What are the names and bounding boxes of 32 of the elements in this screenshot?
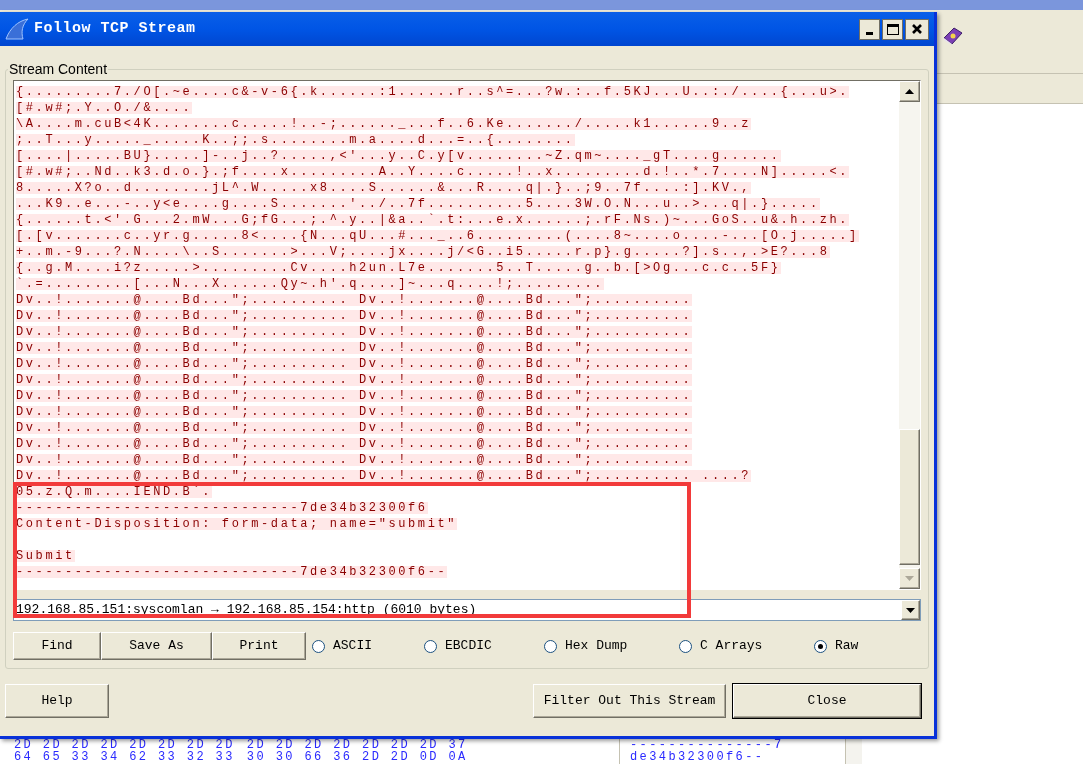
format-radio[interactable]: Hex Dump bbox=[544, 636, 679, 656]
scrollbar[interactable] bbox=[899, 81, 920, 589]
dialog-button[interactable]: Filter Out This Stream bbox=[533, 684, 726, 718]
scrollbar[interactable] bbox=[845, 739, 862, 764]
format-radio[interactable]: Raw bbox=[814, 636, 914, 656]
fin-icon bbox=[4, 18, 30, 40]
scroll-up-button[interactable] bbox=[899, 81, 920, 102]
action-button[interactable]: Save As bbox=[101, 632, 212, 660]
format-radio[interactable]: EBCDIC bbox=[424, 636, 544, 656]
up-arrow-icon bbox=[905, 89, 914, 94]
help-book-icon[interactable] bbox=[942, 25, 964, 46]
close-icon[interactable] bbox=[905, 18, 929, 40]
maximize-button[interactable] bbox=[882, 18, 903, 40]
hex-bytes: 64 65 33 34 62 33 32 33 bbox=[14, 751, 235, 763]
stream-text-area[interactable] bbox=[13, 80, 921, 590]
hex-ascii: ---------------7 bbox=[630, 739, 785, 751]
action-button[interactable]: Find bbox=[13, 632, 101, 660]
scroll-thumb[interactable] bbox=[899, 429, 920, 565]
format-radio[interactable]: ASCII bbox=[312, 636, 424, 656]
scroll-down-button[interactable] bbox=[899, 568, 920, 589]
action-button[interactable]: Print bbox=[212, 632, 306, 660]
down-arrow-icon bbox=[905, 576, 914, 581]
hex-ascii: de34b32300f6-- bbox=[630, 751, 766, 763]
hex-bytes: 30 30 66 36 2D 2D 0D 0A bbox=[246, 751, 468, 763]
hex-bytes: 2D 2D 2D 2D 2D 2D 2D 2D bbox=[14, 739, 235, 751]
format-radio[interactable]: C Arrays bbox=[679, 636, 814, 656]
dialog-button[interactable]: Close bbox=[733, 684, 921, 718]
dropdown-arrow-icon bbox=[906, 607, 915, 613]
dialog-button[interactable]: Help bbox=[5, 684, 109, 718]
minimize-button[interactable] bbox=[859, 18, 880, 40]
hex-bytes: 2D 2D 2D 2D 2D 2D 2D 37 bbox=[246, 739, 468, 751]
window-title: Follow TCP Stream bbox=[34, 18, 196, 39]
